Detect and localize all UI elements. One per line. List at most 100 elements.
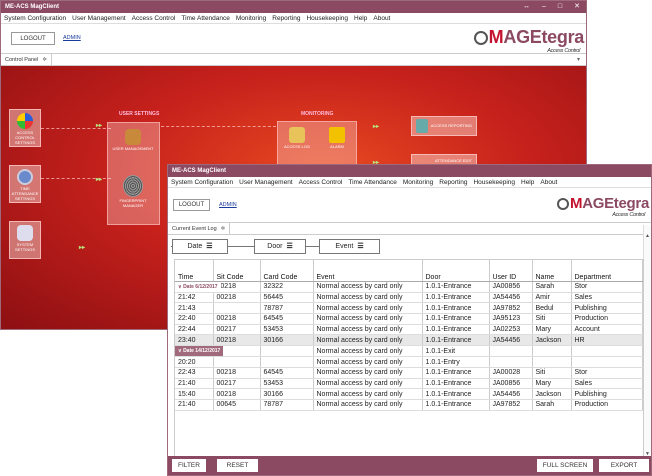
key-icon xyxy=(289,127,305,143)
menu-reporting[interactable]: Reporting xyxy=(439,177,467,187)
menu-time-attendance[interactable]: Time Attendance xyxy=(348,177,397,187)
column-header-name[interactable]: Name xyxy=(532,260,572,282)
minimize-icon[interactable]: – xyxy=(542,1,546,13)
table-cell: 1.0.1-Entrance xyxy=(422,388,490,401)
menu-user-management[interactable]: User Management xyxy=(239,177,292,187)
scroll-up-icon[interactable]: ▲ xyxy=(645,233,650,239)
admin-link[interactable]: ADMIN xyxy=(63,35,81,41)
filter-lines-icon: ☰ xyxy=(286,243,293,250)
column-header-department[interactable]: Department xyxy=(571,260,643,282)
table-cell xyxy=(213,302,261,315)
menu-about[interactable]: About xyxy=(540,177,557,187)
menu-housekeeping[interactable]: Housekeeping xyxy=(473,177,515,187)
table-row[interactable]: 21:40 00217 53453 Normal access by card onl… xyxy=(175,378,643,390)
report-icon xyxy=(416,119,428,133)
table-cell: 23:40 xyxy=(175,334,214,347)
table-cell: JA54456 xyxy=(489,292,533,304)
menu-help[interactable]: Help xyxy=(521,177,534,187)
fullscreen-button[interactable]: FULL SCREEN xyxy=(537,459,593,472)
tile-access-reporting[interactable]: ACCESS REPORTING xyxy=(411,116,477,136)
table-cell: Normal access by card only xyxy=(313,367,423,379)
table-cell: 1.0.1-Entrance xyxy=(422,399,490,411)
menu-system-configuration[interactable]: System Configuration xyxy=(4,13,66,23)
column-header-sit-code[interactable]: Sit Code xyxy=(213,260,261,282)
table-row[interactable]: 15:30Normal access by card only1.0.1-Exi… xyxy=(175,346,643,358)
menu-user-management[interactable]: User Management xyxy=(72,13,125,23)
tab-control-panel[interactable]: Control Panel ✲ xyxy=(1,54,52,66)
group-row[interactable]: ∨ Date 6/12/2017 xyxy=(175,281,221,293)
reset-button[interactable]: RESET xyxy=(217,459,258,472)
column-header-card-code[interactable]: Card Code xyxy=(260,260,314,282)
maximize-icon[interactable]: □ xyxy=(558,1,562,13)
menu-help[interactable]: Help xyxy=(354,13,367,23)
table-cell: Stor xyxy=(571,367,643,379)
filter-event[interactable]: Event ☰ xyxy=(319,239,380,254)
logout-button[interactable]: LOGOUT xyxy=(11,32,55,45)
filter-door[interactable]: Door ☰ xyxy=(254,239,306,254)
filter-lines-icon: ☰ xyxy=(357,243,364,250)
table-row[interactable]: 20:20 Normal access by card only 1.0.1-Ent… xyxy=(175,356,643,368)
admin-link[interactable]: ADMIN xyxy=(219,202,237,208)
table-cell: Jackson xyxy=(532,334,572,347)
menu-time-attendance[interactable]: Time Attendance xyxy=(181,13,230,23)
group-row[interactable]: ∨ Date 14/12/2017 xyxy=(175,346,224,358)
table-row[interactable]: 23:40 00218 30166 Normal access by card onl… xyxy=(175,334,643,347)
table-cell: Normal access by card only xyxy=(313,388,423,401)
table-cell: JA54456 xyxy=(489,334,533,347)
menu-access-control[interactable]: Access Control xyxy=(132,13,176,23)
tile-fingerprint-manager[interactable]: FINGERPRINT MANAGER xyxy=(109,172,157,220)
tile-system-settings[interactable]: SYSTEM SETTINGS xyxy=(9,221,41,259)
table-cell: 64545 xyxy=(260,367,314,379)
menu-monitoring[interactable]: Monitoring xyxy=(236,13,266,23)
tile-access-control-settings[interactable]: ACCESS CONTROL SETTINGS xyxy=(9,109,41,147)
close-icon[interactable]: ✕ xyxy=(574,1,580,13)
table-cell xyxy=(213,356,261,368)
logout-button[interactable]: LOGOUT xyxy=(173,199,210,211)
group-label: Date 14/12/2017 xyxy=(183,348,221,355)
menu-reporting[interactable]: Reporting xyxy=(272,13,300,23)
tile-access-log[interactable]: ACCESS LOG xyxy=(279,124,315,160)
vertical-scrollbar[interactable]: ▲ ▼ xyxy=(643,225,651,457)
table-row[interactable]: 21:410021832322Normal access by card onl… xyxy=(175,281,643,293)
chevron-down-icon[interactable]: ▾ xyxy=(577,56,580,63)
table-cell: 00218 xyxy=(213,292,261,304)
menu-housekeeping[interactable]: Housekeeping xyxy=(306,13,348,23)
gear-icon[interactable]: ✲ xyxy=(221,226,226,232)
tile-time-attendance-settings[interactable]: TIME ATTENDANCE SETTINGS xyxy=(9,165,41,203)
table-row[interactable]: 15:40 00218 30166 Normal access by card onl… xyxy=(175,388,643,401)
table-cell: Normal access by card only xyxy=(313,334,423,347)
filter-button[interactable]: FILTER xyxy=(172,459,206,472)
resize-icon[interactable]: ↔ xyxy=(523,1,530,13)
table-row[interactable]: 22:44 00217 53453 Normal access by card onl… xyxy=(175,324,643,336)
table-row[interactable]: 21:42 00218 56445 Normal access by card onl… xyxy=(175,292,643,304)
tile-user-management[interactable]: USER MANAGEMENT xyxy=(109,126,157,168)
menu-monitoring[interactable]: Monitoring xyxy=(403,177,433,187)
table-row[interactable]: 22:43 00218 64545 Normal access by card onl… xyxy=(175,367,643,379)
menu-access-control[interactable]: Access Control xyxy=(299,177,343,187)
tile-alarm[interactable]: ALARM xyxy=(319,124,355,160)
column-header-event[interactable]: Event xyxy=(313,260,423,282)
table-cell: 1.0.1-Entrance xyxy=(422,292,490,304)
table-cell: Bedul xyxy=(532,302,572,315)
table-row[interactable]: 22:40 00218 64545 Normal access by card onl… xyxy=(175,313,643,325)
tab-current-event-log[interactable]: Current Event Log ✲ xyxy=(168,223,231,235)
column-header-door[interactable]: Door xyxy=(422,260,490,282)
table-cell: 22:43 xyxy=(175,367,214,379)
menu-system-configuration[interactable]: System Configuration xyxy=(171,177,233,187)
table-cell xyxy=(260,356,314,368)
table-cell: 15:40 xyxy=(175,388,214,401)
menu-about[interactable]: About xyxy=(373,13,390,23)
window-title: ME-ACS MagClient xyxy=(5,4,59,10)
event-log-table: Time Sit Code Card Code Event Door User … xyxy=(174,259,644,457)
export-button[interactable]: EXPORT xyxy=(599,459,649,472)
table-row[interactable]: 21:40 00645 78787 Normal access by card onl… xyxy=(175,399,643,411)
toolbar: LOGOUT ADMIN MAGEtegra Access Control xyxy=(168,188,651,223)
table-cell: 53453 xyxy=(260,324,314,336)
filter-date[interactable]: Date ☰ xyxy=(172,239,228,254)
column-header-time[interactable]: Time xyxy=(175,260,214,282)
table-row[interactable]: 21:43 78787 Normal access by card only 1.0.… xyxy=(175,302,643,315)
menu-bar: System Configuration User Management Acc… xyxy=(1,13,586,24)
column-header-user-id[interactable]: User ID xyxy=(489,260,533,282)
table-cell: Normal access by card only xyxy=(313,281,423,293)
gear-icon[interactable]: ✲ xyxy=(42,57,47,63)
